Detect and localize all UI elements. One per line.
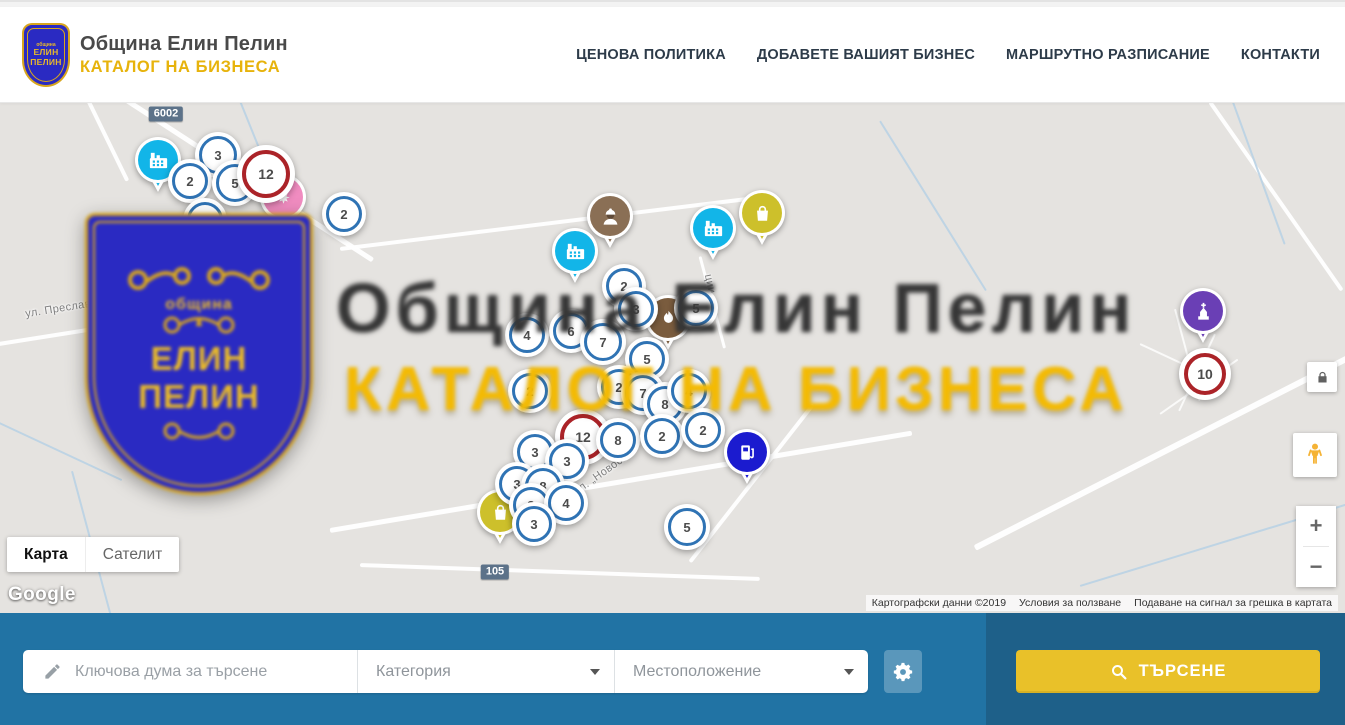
pegman-icon: [1303, 442, 1327, 468]
watermark-crest: община ЕЛИН ПЕЛИН: [85, 213, 313, 495]
street-label: ул. Преслав: [24, 298, 91, 320]
zoom-in-button[interactable]: +: [1296, 506, 1336, 546]
header: община ЕЛИН ПЕЛИН Община Елин Пелин КАТА…: [0, 7, 1345, 103]
nav-contacts[interactable]: КОНТАКТИ: [1241, 47, 1320, 63]
map-type-control: Карта Сателит: [7, 537, 179, 572]
location-placeholder: Местоположение: [633, 663, 761, 681]
road-number-badge: 6002: [149, 107, 183, 122]
map-attribution: Картографски данни ©2019 Условия за полз…: [866, 595, 1338, 611]
terms-link[interactable]: Условия за ползване: [1019, 597, 1121, 609]
cluster-marker[interactable]: 10: [1179, 348, 1231, 400]
lock-control[interactable]: [1307, 362, 1337, 392]
cluster-marker[interactable]: 2: [168, 159, 212, 203]
advanced-settings-button[interactable]: [884, 650, 922, 693]
search-button[interactable]: ТЪРСЕНЕ: [1016, 650, 1320, 693]
site-title: Община Елин Пелин: [80, 33, 288, 56]
pencil-icon: [43, 662, 62, 681]
brand-logo[interactable]: община ЕЛИН ПЕЛИН Община Елин Пелин КАТА…: [22, 23, 288, 87]
site-subtitle: КАТАЛОГ НА БИЗНЕСА: [80, 58, 288, 77]
chevron-down-icon: [590, 669, 600, 675]
search-bar: Категория Местоположение Т: [0, 613, 1345, 725]
search-button-label: ТЪРСЕНЕ: [1139, 662, 1227, 681]
nav-route-schedule[interactable]: МАРШРУТНО РАЗПИСАНИЕ: [1006, 47, 1210, 63]
nav-add-business[interactable]: ДОБАВЕТЕ ВАШИЯТ БИЗНЕС: [757, 47, 975, 63]
watermark-title: Община Елин Пелин: [336, 268, 1136, 348]
municipality-crest-logo: община ЕЛИН ПЕЛИН: [22, 23, 70, 87]
map-type-satellite-button[interactable]: Сателит: [86, 537, 179, 572]
search-field-group: Категория Местоположение: [23, 650, 868, 693]
cluster-marker[interactable]: 3: [512, 502, 556, 546]
pegman-control[interactable]: [1293, 433, 1337, 477]
gear-icon: [892, 661, 914, 683]
chevron-down-icon: [844, 669, 854, 675]
top-strip: [0, 0, 1345, 7]
watermark-subtitle: КАТАЛОГ НА БИЗНЕСА: [344, 354, 1128, 425]
road-number-badge: 105: [481, 565, 509, 580]
cluster-marker[interactable]: 12: [237, 145, 295, 203]
cluster-marker[interactable]: 5: [664, 504, 710, 550]
keyword-field: [23, 650, 357, 693]
attribution-copyright: Картографски данни ©2019: [872, 597, 1006, 609]
search-icon: [1110, 663, 1128, 681]
church-pin[interactable]: [1180, 288, 1226, 334]
category-placeholder: Категория: [376, 663, 451, 681]
zoom-control: + −: [1296, 506, 1336, 587]
keyword-input[interactable]: [75, 663, 347, 681]
lock-icon: [1315, 370, 1330, 385]
report-error-link[interactable]: Подаване на сигнал за грешка в картата: [1134, 597, 1332, 609]
fuel-pin[interactable]: [724, 429, 770, 475]
zoom-out-button[interactable]: −: [1296, 547, 1336, 587]
factory-pin[interactable]: [690, 205, 736, 251]
main-nav: ЦЕНОВА ПОЛИТИКА ДОБАВЕТЕ ВАШИЯТ БИЗНЕС М…: [576, 47, 1320, 63]
category-select[interactable]: Категория: [357, 650, 614, 693]
google-logo[interactable]: Google: [8, 584, 76, 606]
nav-pricing[interactable]: ЦЕНОВА ПОЛИТИКА: [576, 47, 726, 63]
cluster-marker[interactable]: 2: [322, 192, 366, 236]
location-select[interactable]: Местоположение: [614, 650, 868, 693]
page: 3251222354675227841282233383435106002105…: [0, 0, 1345, 725]
bag-pin[interactable]: [739, 190, 785, 236]
map-type-map-button[interactable]: Карта: [7, 537, 86, 572]
